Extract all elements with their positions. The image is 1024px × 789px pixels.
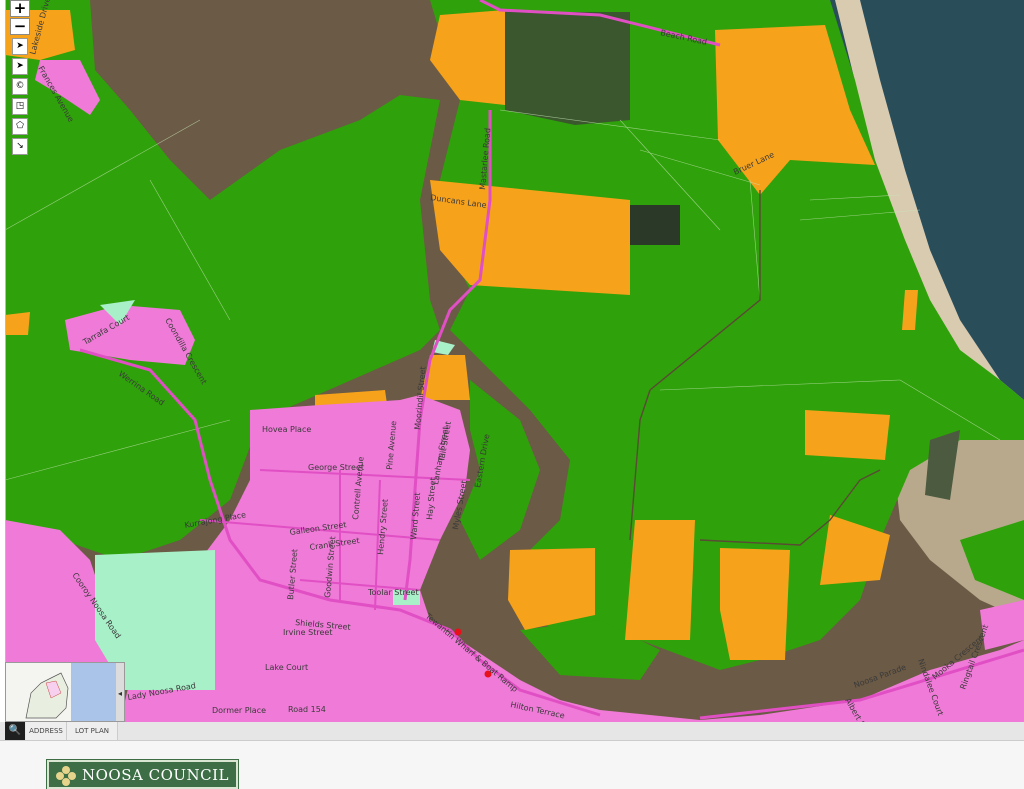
- logo-text: NOOSA COUNCIL: [82, 766, 230, 784]
- select-alt-icon[interactable]: ➤: [12, 58, 28, 75]
- noosa-council-logo[interactable]: NOOSA COUNCIL: [46, 759, 239, 789]
- map-toolbar: + − ➤ ➤ © ◳ ⬠ ↘: [10, 0, 30, 155]
- copyright-icon[interactable]: ©: [12, 78, 28, 95]
- measure-icon[interactable]: ↘: [12, 138, 28, 155]
- street-label: Irvine Street: [283, 628, 332, 637]
- council-emblem-icon: [56, 766, 76, 786]
- overview-collapse-icon: ◂: [118, 689, 122, 698]
- search-tab-bar: 🔍 ADDRESS LOT PLAN: [0, 722, 1024, 741]
- rural-residential-w: [5, 312, 30, 335]
- overview-map[interactable]: ◂: [5, 662, 125, 722]
- left-panel-edge: [0, 0, 6, 722]
- search-icon[interactable]: 🔍: [5, 722, 25, 740]
- street-label: Road 154: [288, 705, 326, 714]
- select-icon[interactable]: ➤: [12, 38, 28, 55]
- street-label: Dormer Place: [212, 706, 266, 715]
- rural-residential-east: [805, 410, 890, 460]
- rural-residential-s1: [508, 548, 595, 630]
- rural-residential-s2: [625, 520, 695, 640]
- street-label: Hovea Place: [262, 425, 311, 434]
- zoning-map[interactable]: Lakeside Drive Frances Avenue Beach Road…: [0, 0, 1024, 722]
- zoom-in-button[interactable]: +: [10, 0, 30, 17]
- overview-map-graphic: ◂: [6, 663, 124, 721]
- rural-residential-s3: [720, 548, 790, 660]
- box-select-icon[interactable]: ◳: [12, 98, 28, 115]
- street-label: Toolar Street: [367, 588, 419, 597]
- tab-lot-plan[interactable]: LOT PLAN: [67, 722, 118, 740]
- zoom-out-button[interactable]: −: [10, 18, 30, 35]
- forest-patch-2: [505, 12, 630, 125]
- tab-address[interactable]: ADDRESS: [26, 722, 67, 740]
- polygon-icon[interactable]: ⬠: [12, 118, 28, 135]
- street-label: Lake Court: [265, 663, 308, 672]
- forest-patch-1: [630, 205, 680, 245]
- map-canvas[interactable]: Lakeside Drive Frances Avenue Beach Road…: [0, 0, 1024, 722]
